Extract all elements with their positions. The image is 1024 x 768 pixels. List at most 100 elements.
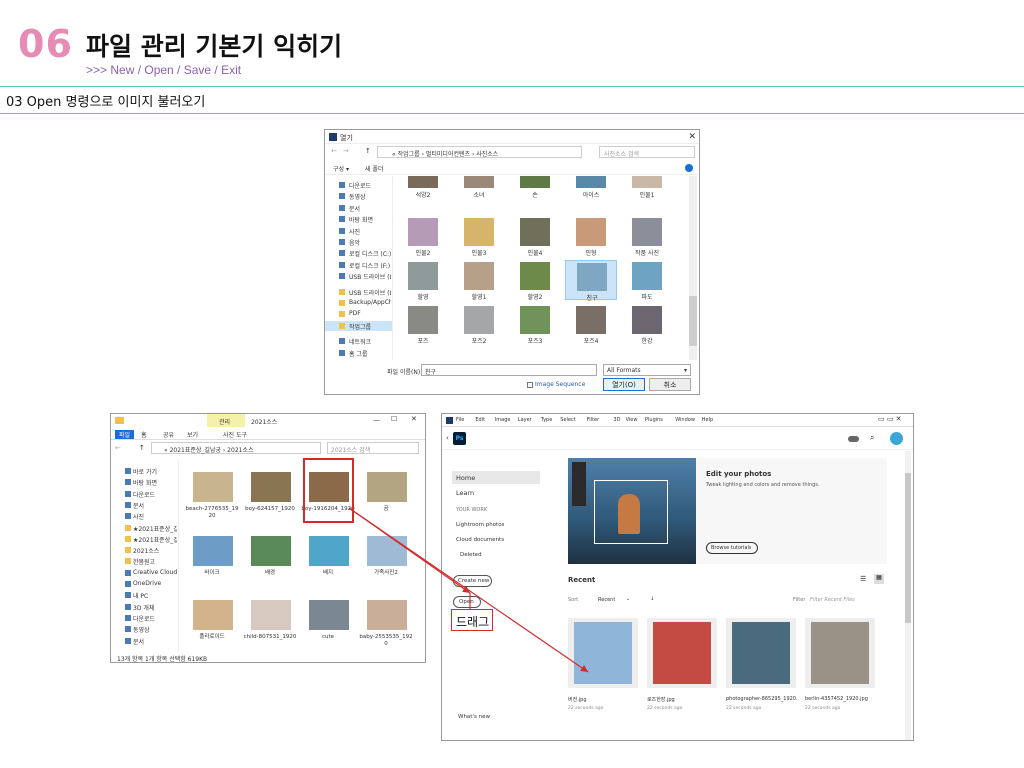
nav-item[interactable]: 바탕 화면 xyxy=(325,214,392,224)
minimize-icon[interactable]: — xyxy=(373,416,380,424)
nav-item[interactable]: 다운로드 xyxy=(325,180,392,190)
menu-item-file[interactable]: File xyxy=(456,417,464,423)
nav-item[interactable]: 로컬 디스크 (F:) xyxy=(325,260,392,270)
explorer-nav-item[interactable]: 한봄원고 xyxy=(111,556,178,566)
thumb-item[interactable]: 인형 xyxy=(565,216,617,257)
thumb-item[interactable]: 소녀 xyxy=(453,176,505,199)
back-icon[interactable]: ← xyxy=(115,444,121,452)
recent-file-card[interactable]: photographer-865295_1920... 22 seconds ag… xyxy=(726,618,798,722)
open-button[interactable]: Open xyxy=(453,596,481,608)
thumb-item[interactable]: 파도 xyxy=(621,260,673,301)
whats-new-link[interactable]: What's new xyxy=(458,714,490,720)
dialog-scrollbar[interactable] xyxy=(689,176,697,360)
nav-item[interactable]: 문서 xyxy=(325,203,392,213)
menu-item-3d[interactable]: 3D xyxy=(613,417,620,423)
explorer-nav-item[interactable]: ★2021표준상_길 xyxy=(111,523,178,533)
back-icon[interactable]: ← xyxy=(331,147,337,155)
explorer-nav-item[interactable]: OneDrive xyxy=(111,579,178,589)
menu-item-filter[interactable]: Filter xyxy=(587,417,599,423)
tab-1[interactable]: 홈 xyxy=(141,430,147,439)
thumb-item[interactable]: 인물2 xyxy=(397,216,449,257)
sidebar-item-lightroom[interactable]: Lightroom photos xyxy=(456,522,504,528)
recent-file-card[interactable]: 버전.jpg 22 seconds ago xyxy=(568,618,640,722)
menu-item-plugins[interactable]: Plugins xyxy=(645,417,663,423)
thumb-item[interactable]: 친구 xyxy=(565,260,617,302)
file-item[interactable]: 바이크 xyxy=(185,530,239,590)
nav-item[interactable]: 네트워크 xyxy=(325,336,392,346)
nav-item[interactable]: USB 드라이브 (L:) xyxy=(325,287,392,297)
sidebar-item-cloud-docs[interactable]: Cloud documents xyxy=(456,537,504,543)
thumb-item[interactable]: 인물3 xyxy=(453,216,505,257)
sort-select[interactable]: Recent xyxy=(598,597,615,603)
browse-tutorials-button[interactable]: Browse tutorials xyxy=(706,542,758,554)
close-icon[interactable]: ✕ xyxy=(411,415,417,423)
thumb-item[interactable]: 할영2 xyxy=(509,260,561,301)
sort-chevron-icon[interactable]: ⌄ xyxy=(626,596,630,602)
menu-item-select[interactable]: Select xyxy=(560,417,575,423)
open-button[interactable]: 열기(O) xyxy=(603,378,645,391)
image-sequence-checkbox[interactable] xyxy=(527,382,533,388)
file-item[interactable]: boy-624157_1920 xyxy=(243,466,297,526)
file-item[interactable]: 배지 xyxy=(301,530,355,590)
menu-item-layer[interactable]: Layer xyxy=(518,417,532,423)
nav-item[interactable]: USB 드라이브 (L:) xyxy=(325,271,392,281)
tab-2[interactable]: 공유 xyxy=(163,430,174,439)
maximize-icon[interactable]: ☐ xyxy=(391,415,397,423)
menu-item-edit[interactable]: Edit xyxy=(475,417,485,423)
thumb-item[interactable]: 포즈4 xyxy=(565,304,617,345)
cloud-icon[interactable] xyxy=(848,436,859,442)
explorer-search-input[interactable]: 2021소스 검색 xyxy=(327,442,419,454)
thumb-item[interactable]: 아이스 xyxy=(565,176,617,199)
filter-input[interactable]: Filter Recent Files xyxy=(810,597,855,603)
menu-item-window[interactable]: Window xyxy=(675,417,695,423)
menu-item-image[interactable]: Image xyxy=(495,417,511,423)
filename-input[interactable]: 친구 xyxy=(421,364,597,376)
nav-item[interactable]: 로컬 디스크 (C:) xyxy=(325,248,392,258)
create-new-button[interactable]: Create new xyxy=(453,575,492,587)
thumb-item[interactable]: 작품 사진 xyxy=(621,216,673,257)
nav-item[interactable]: 작업그룹 xyxy=(325,320,392,331)
menu-item-view[interactable]: View xyxy=(626,417,638,423)
nav-item[interactable]: Backup/AppChe xyxy=(325,298,392,308)
explorer-nav-item[interactable]: Creative Cloud Fil xyxy=(111,568,178,578)
ps-scrollbar[interactable] xyxy=(905,451,911,740)
nav-item[interactable]: 홈 그룹 xyxy=(325,348,392,358)
nav-item[interactable]: 음악 xyxy=(325,237,392,247)
format-select[interactable]: All Formats ▾ xyxy=(603,364,691,376)
explorer-path-box[interactable]: « 2021표준상_길남궁 › 2021소스 xyxy=(151,442,321,454)
file-item[interactable]: 플라로이드 xyxy=(185,594,239,654)
file-item[interactable]: boy-1916204_1920 xyxy=(301,466,355,526)
file-item[interactable]: 배경 xyxy=(243,530,297,590)
tab-3[interactable]: 보기 xyxy=(187,430,198,439)
file-item[interactable]: child-807531_1920 xyxy=(243,594,297,654)
file-item[interactable]: 가족사진2 xyxy=(359,530,413,590)
search-icon[interactable]: ⌕ xyxy=(870,433,874,443)
explorer-nav-item[interactable]: 바로 가기 xyxy=(111,466,178,476)
explorer-nav-item[interactable]: 동영상 xyxy=(111,624,178,634)
explorer-nav-item[interactable]: 3D 개체 xyxy=(111,602,178,612)
grid-view-icon[interactable]: ▦ xyxy=(874,574,884,584)
explorer-nav-item[interactable]: 바탕 화면 xyxy=(111,477,178,487)
window-controls[interactable]: ▭ ▭ ✕ xyxy=(878,415,902,423)
nav-item[interactable]: 사진 xyxy=(325,226,392,236)
thumb-item[interactable]: 포즈 xyxy=(397,304,449,345)
explorer-nav-item[interactable]: 사진 xyxy=(111,511,178,521)
nav-item[interactable]: 동영상 xyxy=(325,191,392,201)
sidebar-item-deleted[interactable]: Deleted xyxy=(460,552,482,558)
explorer-nav-item[interactable]: ★2021표준상_걸 xyxy=(111,534,178,544)
thumb-item[interactable]: 석양2 xyxy=(397,176,449,199)
thumb-item[interactable]: 포즈2 xyxy=(453,304,505,345)
organize-button[interactable]: 구성 ▾ xyxy=(333,164,349,173)
thumb-item[interactable]: 할영 xyxy=(397,260,449,301)
menu-item-help[interactable]: Help xyxy=(702,417,713,423)
thumb-item[interactable]: 한강 xyxy=(621,304,673,345)
tab-4[interactable]: 사진 도구 xyxy=(223,430,247,439)
thumb-item[interactable]: 손 xyxy=(509,176,561,199)
thumb-item[interactable]: 포즈3 xyxy=(509,304,561,345)
help-icon[interactable] xyxy=(685,164,693,172)
explorer-nav-item[interactable]: 다운로드 xyxy=(111,613,178,623)
thumb-item[interactable]: 인물1 xyxy=(621,176,673,199)
search-input[interactable]: 사진소스 검색 xyxy=(599,146,695,158)
thumb-item[interactable]: 인물4 xyxy=(509,216,561,257)
explorer-nav-item[interactable]: 2021소스 xyxy=(111,545,178,555)
